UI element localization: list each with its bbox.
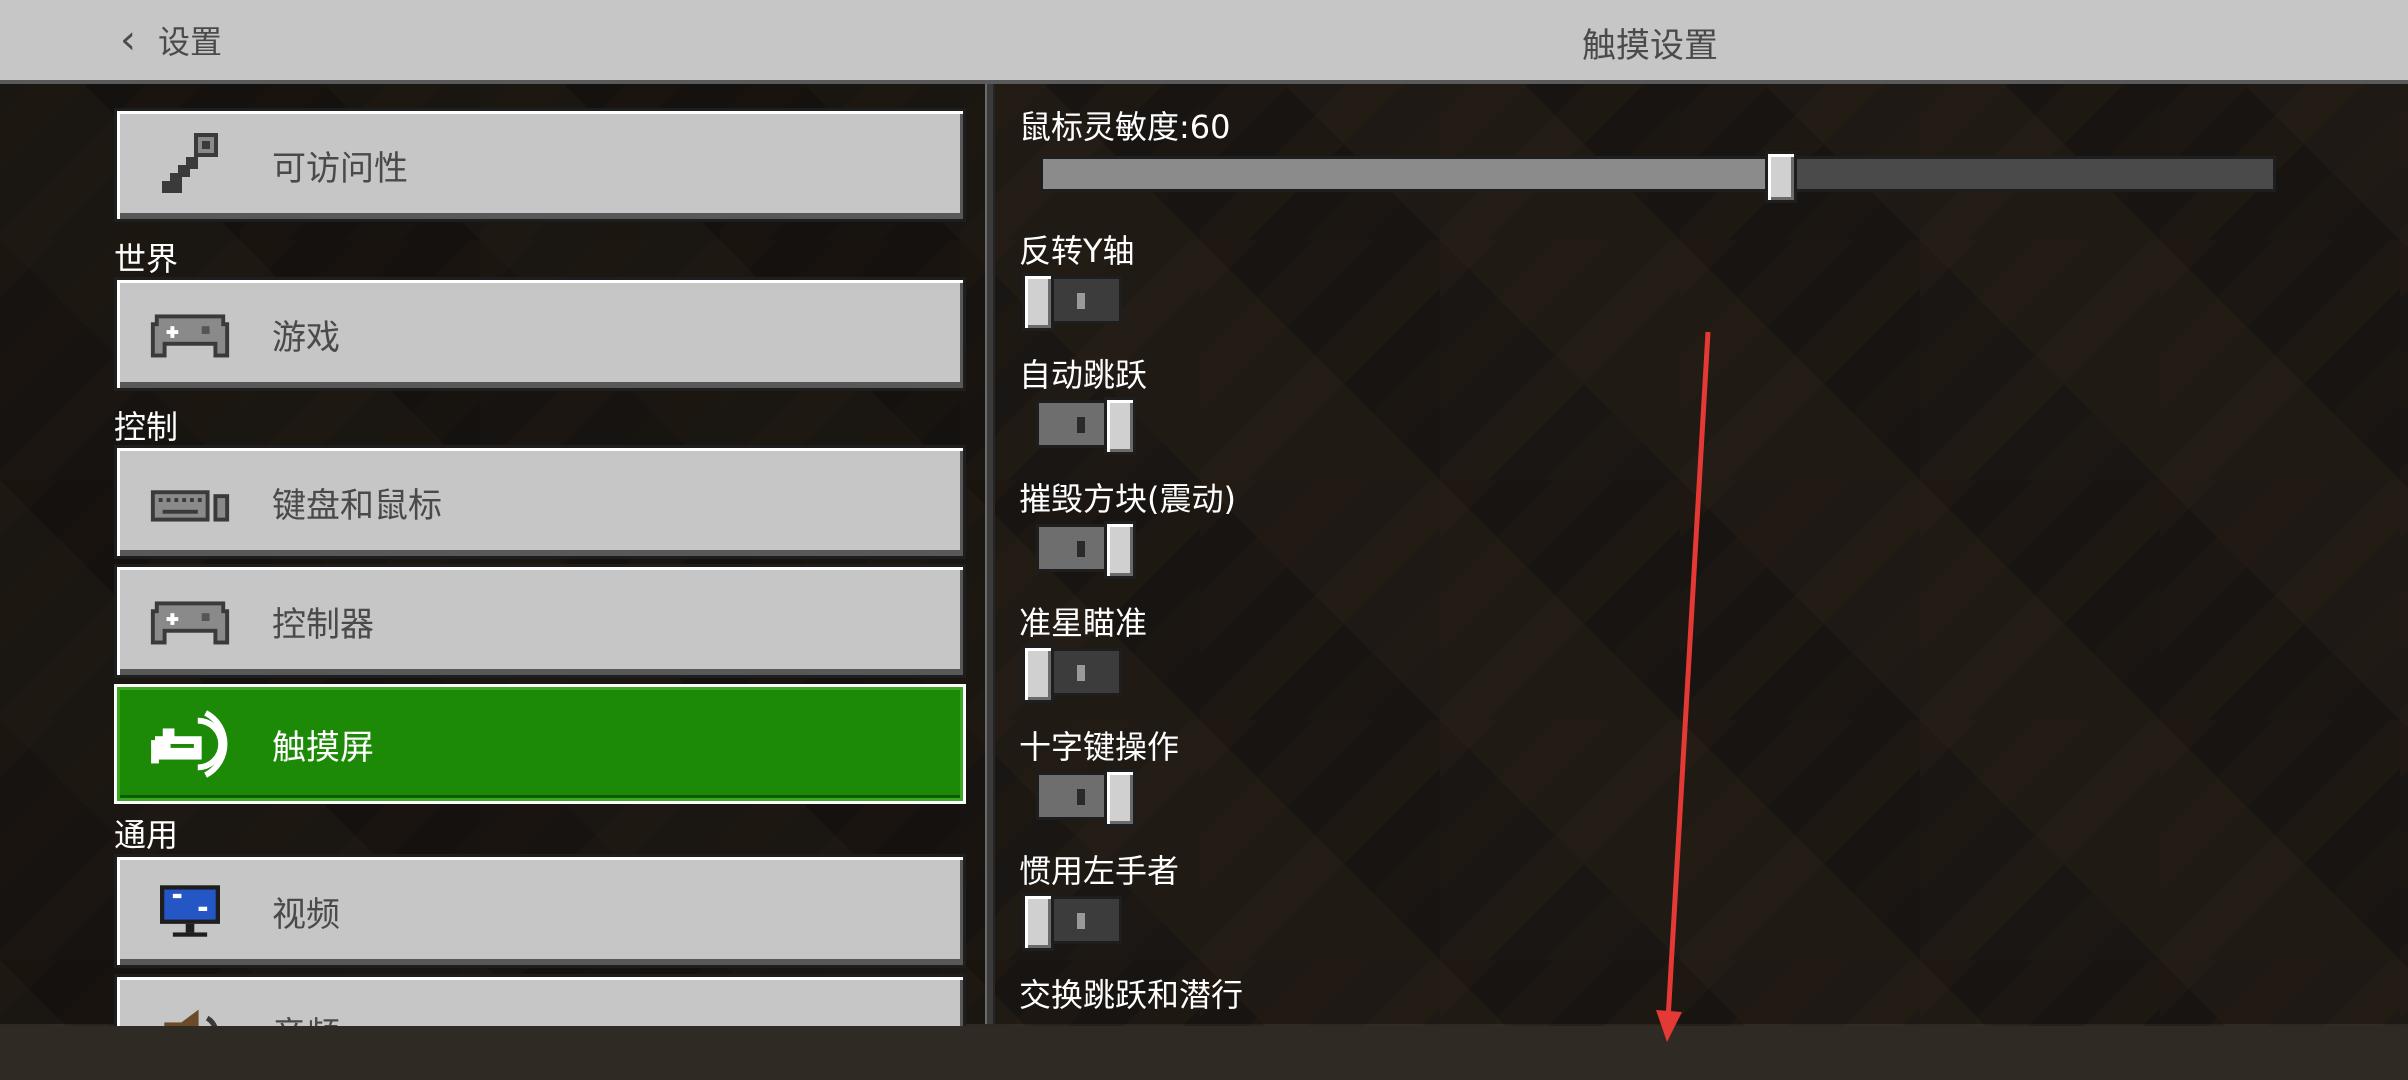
annotation-arrow — [1656, 331, 1711, 1042]
